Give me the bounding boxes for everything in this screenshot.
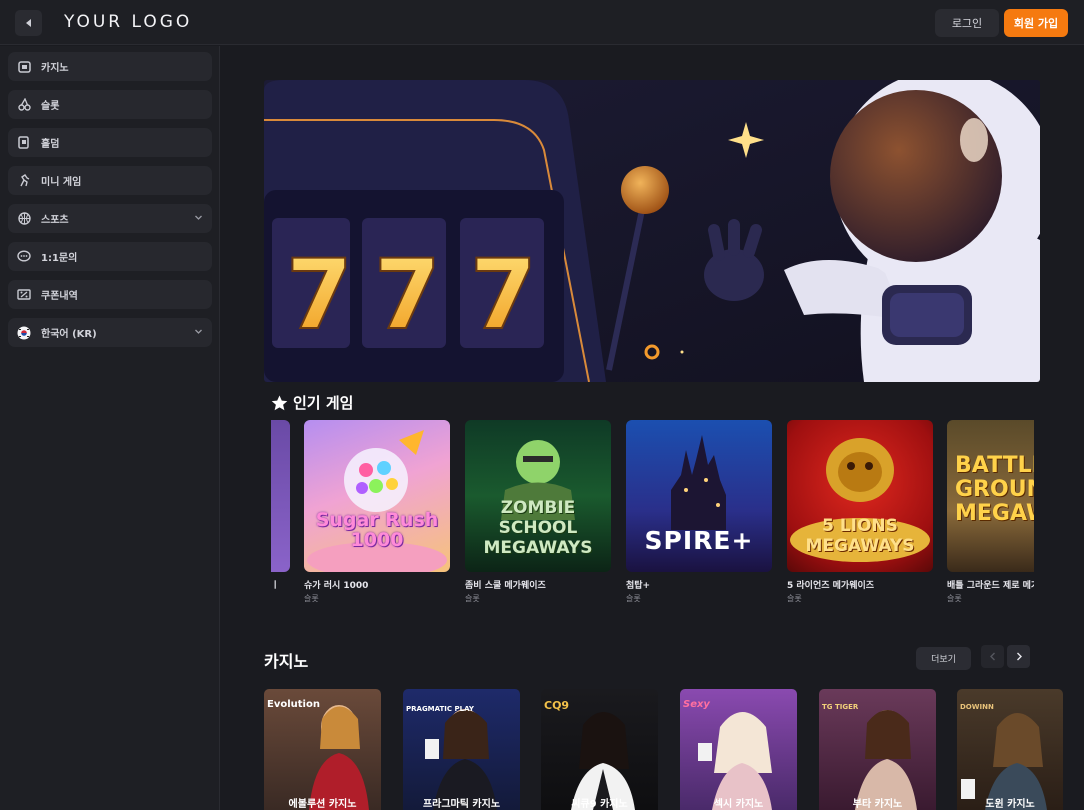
cherry-icon	[17, 98, 31, 112]
provider-name: 씨큐9 카지노	[571, 799, 628, 810]
chevron-down-icon	[195, 215, 202, 220]
promo-banner[interactable]: 7 7 7	[264, 80, 1040, 382]
cards-icon	[17, 136, 31, 150]
top-bar: YOUR LOGO 로그인 회원 가입	[0, 0, 1084, 45]
game-name: 5 라이언즈 메가웨이즈	[787, 581, 875, 591]
mini-game-icon	[17, 174, 31, 188]
chevron-right-icon	[1016, 652, 1022, 661]
game-thumbnail: 5 LIONS MEGAWAYS	[787, 420, 933, 572]
sidebar-item-language[interactable]: 한국어 (KR)	[8, 318, 212, 347]
game-category: 슬롯	[304, 594, 319, 603]
provider-logo: CQ9	[544, 699, 570, 712]
game-thumbnail: ZOMBIE SCHOOL MEGAWAYS	[465, 420, 611, 572]
game-art-title: 5 LIONS MEGAWAYS	[805, 516, 915, 556]
chevron-left-icon	[989, 652, 995, 661]
casino-provider-card[interactable]: PRAGMATIC PLAY 프라그마틱 카지노	[403, 689, 520, 810]
game-thumbnail: SPIRE+	[626, 420, 772, 572]
game-card[interactable]: Sugar Rush 1000 슈가 러시 1000 슬롯	[304, 420, 450, 604]
slot-digit-3: 7	[470, 239, 537, 351]
slot-digit-1: 7	[286, 239, 353, 351]
game-category: 슬롯	[787, 594, 802, 603]
chat-icon	[17, 250, 31, 264]
signup-button[interactable]: 회원 가입	[1004, 9, 1068, 37]
sidebar-item-coupon[interactable]: 쿠폰내역	[8, 280, 212, 309]
chevron-down-icon	[195, 329, 202, 334]
casino-provider-card[interactable]: TG TIGER 부타 카지노	[819, 689, 936, 810]
sidebar-item-slot[interactable]: 슬롯	[8, 90, 212, 119]
game-card[interactable]: SPIRE+ 첨탑+ 슬롯	[626, 420, 772, 604]
sidebar-item-casino[interactable]: 카지노	[8, 52, 212, 81]
sidebar-item-label: 1:1문의	[41, 253, 78, 264]
provider-logo: TG TIGER	[822, 703, 859, 711]
coupon-icon	[17, 288, 31, 302]
game-art-title: Sugar Rush 1000	[315, 509, 439, 551]
caret-left-icon	[25, 19, 31, 27]
provider-logo: PRAGMATIC PLAY	[406, 705, 474, 713]
sidebar-item-sports[interactable]: 스포츠	[8, 204, 212, 233]
casino-provider-card[interactable]: DOWINN 도윈 카지노	[957, 689, 1063, 810]
sidebar-item-label: 카지노	[41, 63, 69, 74]
game-name: 첨탑+	[626, 581, 651, 591]
star-icon	[271, 395, 288, 410]
sidebar-item-label: 미니 게임	[41, 177, 82, 188]
popular-games-header: 인기 게임	[271, 392, 353, 413]
sidebar-item-label: 쿠폰내역	[41, 291, 78, 302]
provider-logo: DOWINN	[960, 703, 994, 711]
provider-name: 도윈 카지노	[985, 799, 1035, 810]
game-category: 슬롯	[947, 594, 962, 603]
provider-name: 섹시 카지노	[713, 799, 764, 810]
game-name: 슈가 러시 1000	[304, 581, 369, 591]
game-category: 슬롯	[626, 594, 641, 603]
main-content: 7 7 7 인기 게임 ㅣ Sugar Rush 1000 슈가 러시 1000…	[221, 46, 1084, 810]
sidebar-item-mini-game[interactable]: 미니 게임	[8, 166, 212, 195]
slot-digit-2: 7	[374, 239, 441, 351]
login-button[interactable]: 로그인	[935, 9, 999, 37]
game-art-title: ZOMBIE SCHOOL MEGAWAYS	[483, 498, 593, 558]
casino-provider-card[interactable]: Sexy 섹시 카지노	[680, 689, 797, 810]
game-category: 슬롯	[465, 594, 480, 603]
provider-name: 에볼루션 카지노	[288, 799, 357, 810]
provider-name: 프라그마틱 카지노	[422, 799, 501, 810]
casino-provider-card[interactable]: Evolution 에볼루션 카지노	[264, 689, 381, 810]
game-card-partial-name: ㅣ	[271, 581, 280, 591]
provider-logo: Sexy	[683, 699, 710, 710]
basketball-icon	[17, 212, 31, 226]
casino-icon	[17, 60, 31, 74]
casino-provider-card[interactable]: CQ9 씨큐9 카지노	[541, 689, 658, 810]
banner-illustration: 7 7 7	[264, 80, 1040, 382]
carousel-next-button[interactable]	[1007, 645, 1030, 668]
sidebar-item-inquiry[interactable]: 1:1문의	[8, 242, 212, 271]
korea-flag-icon	[17, 326, 31, 340]
sidebar-item-label: 스포츠	[41, 215, 69, 226]
site-logo[interactable]: YOUR LOGO	[64, 12, 192, 32]
sidebar-item-holdem[interactable]: 홀덤	[8, 128, 212, 157]
game-card[interactable]: ZOMBIE SCHOOL MEGAWAYS 좀비 스쿨 메가웨이즈 슬롯	[465, 420, 611, 604]
game-card[interactable]: 5 LIONS MEGAWAYS 5 라이언즈 메가웨이즈 슬롯	[787, 420, 933, 604]
sidebar-item-label: 슬롯	[41, 101, 60, 112]
game-name: 좀비 스쿨 메가웨이즈	[465, 581, 546, 591]
game-card[interactable]: BATTLE GROUND ZERO MEGAWAYS 배틀 그라운드 제로 메…	[947, 420, 1034, 604]
casino-section-title: 카지노	[264, 652, 309, 671]
game-card-partial[interactable]	[271, 420, 290, 572]
carousel-prev-button[interactable]	[981, 645, 1004, 668]
provider-name: 부타 카지노	[852, 799, 903, 810]
sidebar: 카지노 슬롯 홀덤 미니 게임 스포츠 1:1문의 쿠폰내역 한국어 (KR)	[0, 46, 220, 810]
game-thumbnail: Sugar Rush 1000	[304, 420, 450, 572]
collapse-sidebar-button[interactable]	[15, 10, 42, 36]
sidebar-item-label: 한국어 (KR)	[41, 329, 97, 340]
game-art-title: BATTLE GROUND ZERO MEGAWAYS	[955, 453, 1034, 526]
game-thumbnail: BATTLE GROUND ZERO MEGAWAYS	[947, 420, 1034, 572]
game-art-title: SPIRE+	[644, 526, 754, 555]
see-more-button[interactable]: 더보기	[916, 647, 971, 670]
game-name: 배틀 그라운드 제로 메가	[947, 581, 1034, 591]
sidebar-item-label: 홀덤	[41, 139, 60, 150]
popular-games-title: 인기 게임	[293, 394, 354, 412]
provider-logo: Evolution	[267, 699, 320, 710]
logo-text: YOUR LOGO	[64, 12, 193, 32]
